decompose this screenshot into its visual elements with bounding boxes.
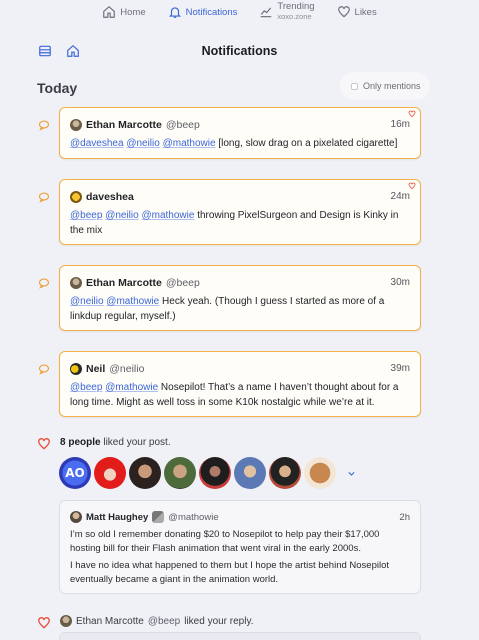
- heart-icon: [38, 438, 50, 450]
- reply-bubble-icon: [38, 364, 50, 375]
- timestamp[interactable]: 39m: [391, 363, 410, 374]
- nav-home[interactable]: Home: [102, 3, 146, 21]
- home-icon: [103, 5, 116, 18]
- author-name[interactable]: Ethan Marcotte: [86, 277, 162, 289]
- author-name[interactable]: daveshea: [86, 191, 134, 203]
- mention-link[interactable]: @mathowie: [106, 296, 159, 307]
- notification-card[interactable]: Neil @neilio 39m @beep @mathowie Nosepil…: [59, 351, 421, 417]
- timestamp[interactable]: 24m: [391, 191, 410, 202]
- post-text: @neilio @mathowie Heck yeah. (Though I g…: [70, 294, 406, 324]
- only-mentions-toggle[interactable]: Only mentions: [340, 72, 430, 100]
- mention-link[interactable]: @mathowie: [163, 138, 216, 149]
- reply-bubble-icon: [38, 278, 50, 289]
- author-handle[interactable]: @beep: [166, 119, 200, 131]
- avatar[interactable]: [94, 457, 126, 489]
- notification-card[interactable]: daveshea 24m @beep @neilio @mathowie thr…: [59, 179, 421, 245]
- author-handle[interactable]: @beep: [148, 616, 180, 627]
- author-handle[interactable]: @mathowie: [168, 512, 218, 523]
- likes-text: liked your post.: [100, 437, 171, 448]
- reply-bubble-icon: [38, 120, 50, 131]
- nav-trending[interactable]: Trending xoxo.zone: [259, 1, 315, 21]
- heart-icon: [337, 6, 350, 18]
- mention-link[interactable]: @mathowie: [105, 382, 158, 393]
- timestamp[interactable]: 30m: [391, 277, 410, 288]
- heart-icon: [408, 110, 416, 118]
- author-name[interactable]: Matt Haughey: [86, 512, 148, 523]
- avatar[interactable]: [199, 457, 231, 489]
- likes-count[interactable]: 8 people: [60, 437, 101, 448]
- author-name[interactable]: Ethan Marcotte: [86, 119, 162, 131]
- post-text: @beep @mathowie Nosepilot! That’s a name…: [70, 380, 406, 410]
- avatar[interactable]: [70, 119, 82, 131]
- quoted-post-preview[interactable]: [59, 632, 421, 640]
- nav-likes-label: Likes: [354, 6, 377, 18]
- mention-link[interactable]: @mathowie: [141, 210, 194, 221]
- liker-avatars: AO: [59, 457, 356, 489]
- avatar[interactable]: [269, 457, 301, 489]
- avatar[interactable]: [129, 457, 161, 489]
- mention-link[interactable]: @neilio: [126, 138, 160, 149]
- author-handle[interactable]: @neilio: [109, 363, 144, 375]
- author-name[interactable]: Ethan Marcotte: [76, 616, 144, 627]
- avatar[interactable]: [70, 363, 82, 375]
- page-title: Notifications: [201, 44, 278, 58]
- mention-link[interactable]: @neilio: [105, 210, 139, 221]
- trending-icon: [261, 7, 272, 18]
- nav-notifications-label: Notifications: [185, 6, 238, 18]
- avatar[interactable]: [70, 277, 82, 289]
- post-text: @daveshea @neilio @mathowie [long, slow …: [70, 136, 406, 151]
- checkbox[interactable]: [351, 82, 358, 90]
- heart-icon: [38, 617, 50, 629]
- author-handle[interactable]: @beep: [166, 277, 200, 289]
- avatar[interactable]: [70, 511, 82, 523]
- quoted-post[interactable]: Matt Haughey @mathowie 2h I’m so old I r…: [59, 500, 421, 594]
- post-text: @beep @neilio @mathowie throwing PixelSu…: [70, 208, 406, 238]
- avatar[interactable]: [304, 457, 336, 489]
- notification-card[interactable]: Ethan Marcotte @beep 30m @neilio @mathow…: [59, 265, 421, 331]
- top-nav: Home Notifications Trending xoxo.zone Li…: [0, 0, 479, 26]
- nav-trending-label: Trending: [277, 1, 315, 12]
- post-paragraph: I’m so old I remember donating $20 to No…: [70, 529, 380, 554]
- likes-summary: 8 people liked your post.: [60, 437, 171, 448]
- avatar[interactable]: AO: [59, 457, 91, 489]
- chevron-down-icon[interactable]: [347, 469, 356, 478]
- reply-like-summary: Ethan Marcotte @beep liked your reply.: [60, 615, 254, 627]
- mention-link[interactable]: @beep: [70, 210, 102, 221]
- page-header: Notifications: [0, 40, 479, 64]
- nav-likes[interactable]: Likes: [337, 3, 377, 21]
- avatar[interactable]: [70, 191, 82, 203]
- post-paragraph: I have no idea what happened to them but…: [70, 560, 390, 585]
- post-body: [long, slow drag on a pixelated cigarett…: [218, 138, 398, 149]
- avatar[interactable]: [164, 457, 196, 489]
- timestamp[interactable]: 16m: [391, 119, 410, 130]
- bell-icon: [168, 7, 181, 18]
- avatar[interactable]: [60, 615, 72, 627]
- nav-trending-sub: xoxo.zone: [277, 12, 312, 21]
- reply-like-text: liked your reply.: [184, 615, 254, 627]
- notification-card[interactable]: Ethan Marcotte @beep 16m @daveshea @neil…: [59, 107, 421, 159]
- heart-icon: [408, 182, 416, 190]
- nav-home-label: Home: [120, 6, 146, 18]
- reply-bubble-icon: [38, 192, 50, 203]
- mention-link[interactable]: @neilio: [70, 296, 104, 307]
- section-heading-today: Today: [37, 80, 78, 96]
- mention-link[interactable]: @daveshea: [70, 138, 124, 149]
- timestamp[interactable]: 2h: [399, 512, 410, 523]
- only-mentions-label: Only mentions: [363, 81, 421, 91]
- author-name[interactable]: Neil: [86, 363, 105, 375]
- mention-link[interactable]: @beep: [70, 382, 102, 393]
- nav-notifications[interactable]: Notifications: [168, 3, 238, 21]
- badge-icon: [152, 511, 165, 523]
- avatar[interactable]: [234, 457, 266, 489]
